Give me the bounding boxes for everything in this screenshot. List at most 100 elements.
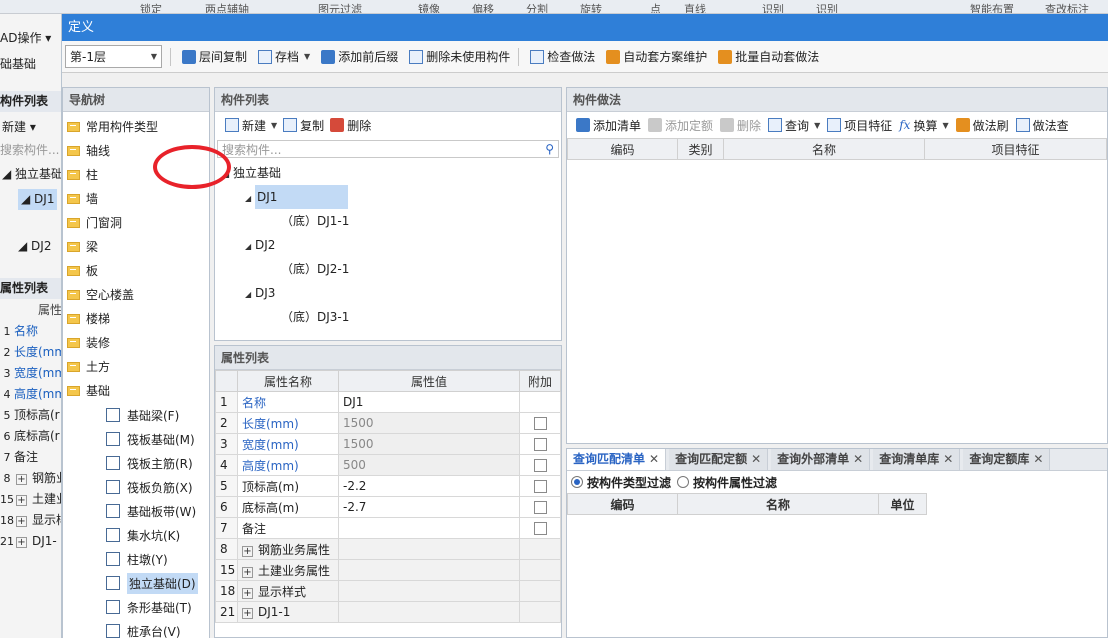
expand-icon[interactable]: + xyxy=(242,545,253,557)
query-tab-2[interactable]: 查询外部清单 ✕ xyxy=(771,449,871,470)
ribbon-two-point-axis[interactable]: 两点辅轴 xyxy=(205,1,249,13)
extra-checkbox[interactable] xyxy=(533,522,547,535)
property-row[interactable]: 18 + 显示样式 xyxy=(215,580,561,602)
nav-sub-item-1[interactable]: 筏板基础(M) xyxy=(63,427,209,451)
expand-icon[interactable]: + xyxy=(16,495,27,506)
nav-item-10[interactable]: 土方 xyxy=(63,355,209,379)
property-value[interactable]: 1500 xyxy=(338,412,520,434)
bg-tree-dj2[interactable]: ◢ DJ2 xyxy=(18,236,51,257)
property-value[interactable]: -2.2 xyxy=(338,475,520,497)
delete-component-button[interactable]: 删除 xyxy=(330,117,371,134)
property-row[interactable]: 7 备注 xyxy=(215,517,561,539)
auto-scheme-button[interactable]: 自动套方案维护 xyxy=(606,48,707,65)
nav-sub-item-5[interactable]: 集水坑(K) xyxy=(63,523,209,547)
delete-unused-button[interactable]: 删除未使用构件 xyxy=(409,48,510,65)
close-icon[interactable]: ✕ xyxy=(649,452,659,466)
bg-new-button[interactable]: 新建 ▾ xyxy=(2,117,36,138)
convert-button[interactable]: fx 换算 ▼ xyxy=(899,117,948,134)
query-button[interactable]: 查询 ▼ xyxy=(768,117,820,134)
expand-icon[interactable]: + xyxy=(242,587,253,599)
extra-checkbox[interactable] xyxy=(533,417,547,430)
property-value[interactable]: DJ1 xyxy=(338,391,520,413)
property-row[interactable]: 3 宽度(mm) 1500 xyxy=(215,433,561,455)
property-row[interactable]: 8 + 钢筋业务属性 xyxy=(215,538,561,560)
item-feature-button[interactable]: 项目特征 xyxy=(827,117,892,134)
property-value[interactable]: 500 xyxy=(338,454,520,476)
bg-search-input[interactable]: 搜索构件... xyxy=(0,140,59,161)
property-value[interactable] xyxy=(338,517,520,539)
ribbon-mirror[interactable]: 镜像 xyxy=(418,1,440,13)
property-row[interactable]: 1 名称 DJ1 xyxy=(215,391,561,413)
ribbon-point[interactable]: 点 xyxy=(650,1,661,13)
method-brush-button[interactable]: 做法刷 xyxy=(955,117,1009,134)
bg-tree-root[interactable]: ◢ 独立基础 xyxy=(2,164,61,185)
nav-item-9[interactable]: 装修 xyxy=(63,331,209,355)
ribbon-smart-layout[interactable]: 智能布置 xyxy=(970,1,1014,13)
extra-checkbox[interactable] xyxy=(533,459,547,472)
nav-item-8[interactable]: 楼梯 xyxy=(63,307,209,331)
nav-item-1[interactable]: 轴线 xyxy=(63,139,209,163)
close-icon[interactable]: ✕ xyxy=(751,452,761,466)
close-icon[interactable]: ✕ xyxy=(943,452,953,466)
property-value[interactable]: -2.7 xyxy=(338,496,520,518)
extra-checkbox[interactable] xyxy=(533,438,547,451)
add-prefix-suffix-button[interactable]: 添加前后缀 xyxy=(321,48,398,65)
nav-sub-item-2[interactable]: 筏板主筋(R) xyxy=(63,451,209,475)
base-field[interactable]: 础基础 xyxy=(0,54,36,75)
nav-sub-item-7[interactable]: 独立基础(D) xyxy=(63,571,209,595)
delete-method-button[interactable]: 删除 xyxy=(720,117,761,134)
tree-child[interactable]: （底）DJ2-1 xyxy=(215,257,561,281)
filter-by-attribute-radio[interactable] xyxy=(677,476,690,488)
nav-item-4[interactable]: 门窗洞 xyxy=(63,211,209,235)
nav-item-6[interactable]: 板 xyxy=(63,259,209,283)
method-lookup-button[interactable]: 做法查 xyxy=(1015,117,1069,134)
add-list-button[interactable]: 添加清单 xyxy=(576,117,641,134)
nav-sub-item-0[interactable]: 基础梁(F) xyxy=(63,403,209,427)
add-quota-button[interactable]: 添加定额 xyxy=(648,117,713,134)
expand-icon[interactable]: + xyxy=(242,608,253,619)
tree-node[interactable]: ◢ DJ2 xyxy=(215,233,561,257)
ribbon-filter[interactable]: 图元过滤 xyxy=(318,1,362,13)
nav-sub-item-4[interactable]: 基础板带(W) xyxy=(63,499,209,523)
floor-select[interactable]: 第-1层 ▼ xyxy=(65,45,162,68)
expand-icon[interactable]: + xyxy=(16,537,27,548)
property-row[interactable]: 6 底标高(m) -2.7 xyxy=(215,496,561,518)
ribbon-rotate[interactable]: 旋转 xyxy=(580,1,602,13)
nav-item-7[interactable]: 空心楼盖 xyxy=(63,283,209,307)
property-row[interactable]: 21 + DJ1-1 xyxy=(215,601,561,623)
tree-child[interactable]: （底）DJ3-1 xyxy=(215,305,561,329)
property-row[interactable]: 5 顶标高(m) -2.2 xyxy=(215,475,561,497)
ribbon-check-annotation[interactable]: 查改标注 xyxy=(1045,1,1089,13)
query-tab-1[interactable]: 查询匹配定额 ✕ xyxy=(669,449,769,470)
ribbon-split[interactable]: 分割 xyxy=(526,1,548,13)
cad-ops-menu[interactable]: AD操作 ▾ xyxy=(0,28,51,49)
property-value[interactable]: 1500 xyxy=(338,433,520,455)
nav-item-11[interactable]: 基础 xyxy=(63,379,209,403)
ribbon-identify-1[interactable]: 识别 xyxy=(762,1,784,13)
expand-icon[interactable]: + xyxy=(16,516,27,527)
close-icon[interactable]: ✕ xyxy=(1033,452,1043,466)
query-tab-4[interactable]: 查询定额库 ✕ xyxy=(963,449,1051,470)
collapse-triangle-icon[interactable]: ◢ xyxy=(245,235,255,259)
extra-checkbox[interactable] xyxy=(533,480,547,493)
nav-item-2[interactable]: 柱 xyxy=(63,163,209,187)
nav-sub-item-6[interactable]: 柱墩(Y) xyxy=(63,547,209,571)
extra-checkbox[interactable] xyxy=(533,501,547,514)
collapse-triangle-icon[interactable]: ◢ xyxy=(223,163,233,187)
query-tab-3[interactable]: 查询清单库 ✕ xyxy=(873,449,961,470)
nav-item-0[interactable]: 常用构件类型 xyxy=(63,115,209,139)
tree-child[interactable]: （底）DJ1-1 xyxy=(215,209,561,233)
ribbon-offset[interactable]: 偏移 xyxy=(472,1,494,13)
ribbon-lock[interactable]: 锁定 xyxy=(140,1,162,13)
expand-icon[interactable]: + xyxy=(242,566,253,578)
bg-tree-dj1[interactable]: ◢ DJ1 xyxy=(18,189,58,210)
check-method-button[interactable]: 检查做法 xyxy=(530,48,595,65)
tree-node[interactable]: ◢ DJ3 xyxy=(215,281,561,305)
nav-sub-item-9[interactable]: 桩承台(V) xyxy=(63,619,209,638)
component-search-input[interactable]: 搜索构件... ⚲ xyxy=(217,140,559,158)
close-icon[interactable]: ✕ xyxy=(853,452,863,466)
collapse-triangle-icon[interactable]: ◢ xyxy=(245,187,255,211)
nav-sub-item-8[interactable]: 条形基础(T) xyxy=(63,595,209,619)
nav-item-5[interactable]: 梁 xyxy=(63,235,209,259)
property-row[interactable]: 4 高度(mm) 500 xyxy=(215,454,561,476)
